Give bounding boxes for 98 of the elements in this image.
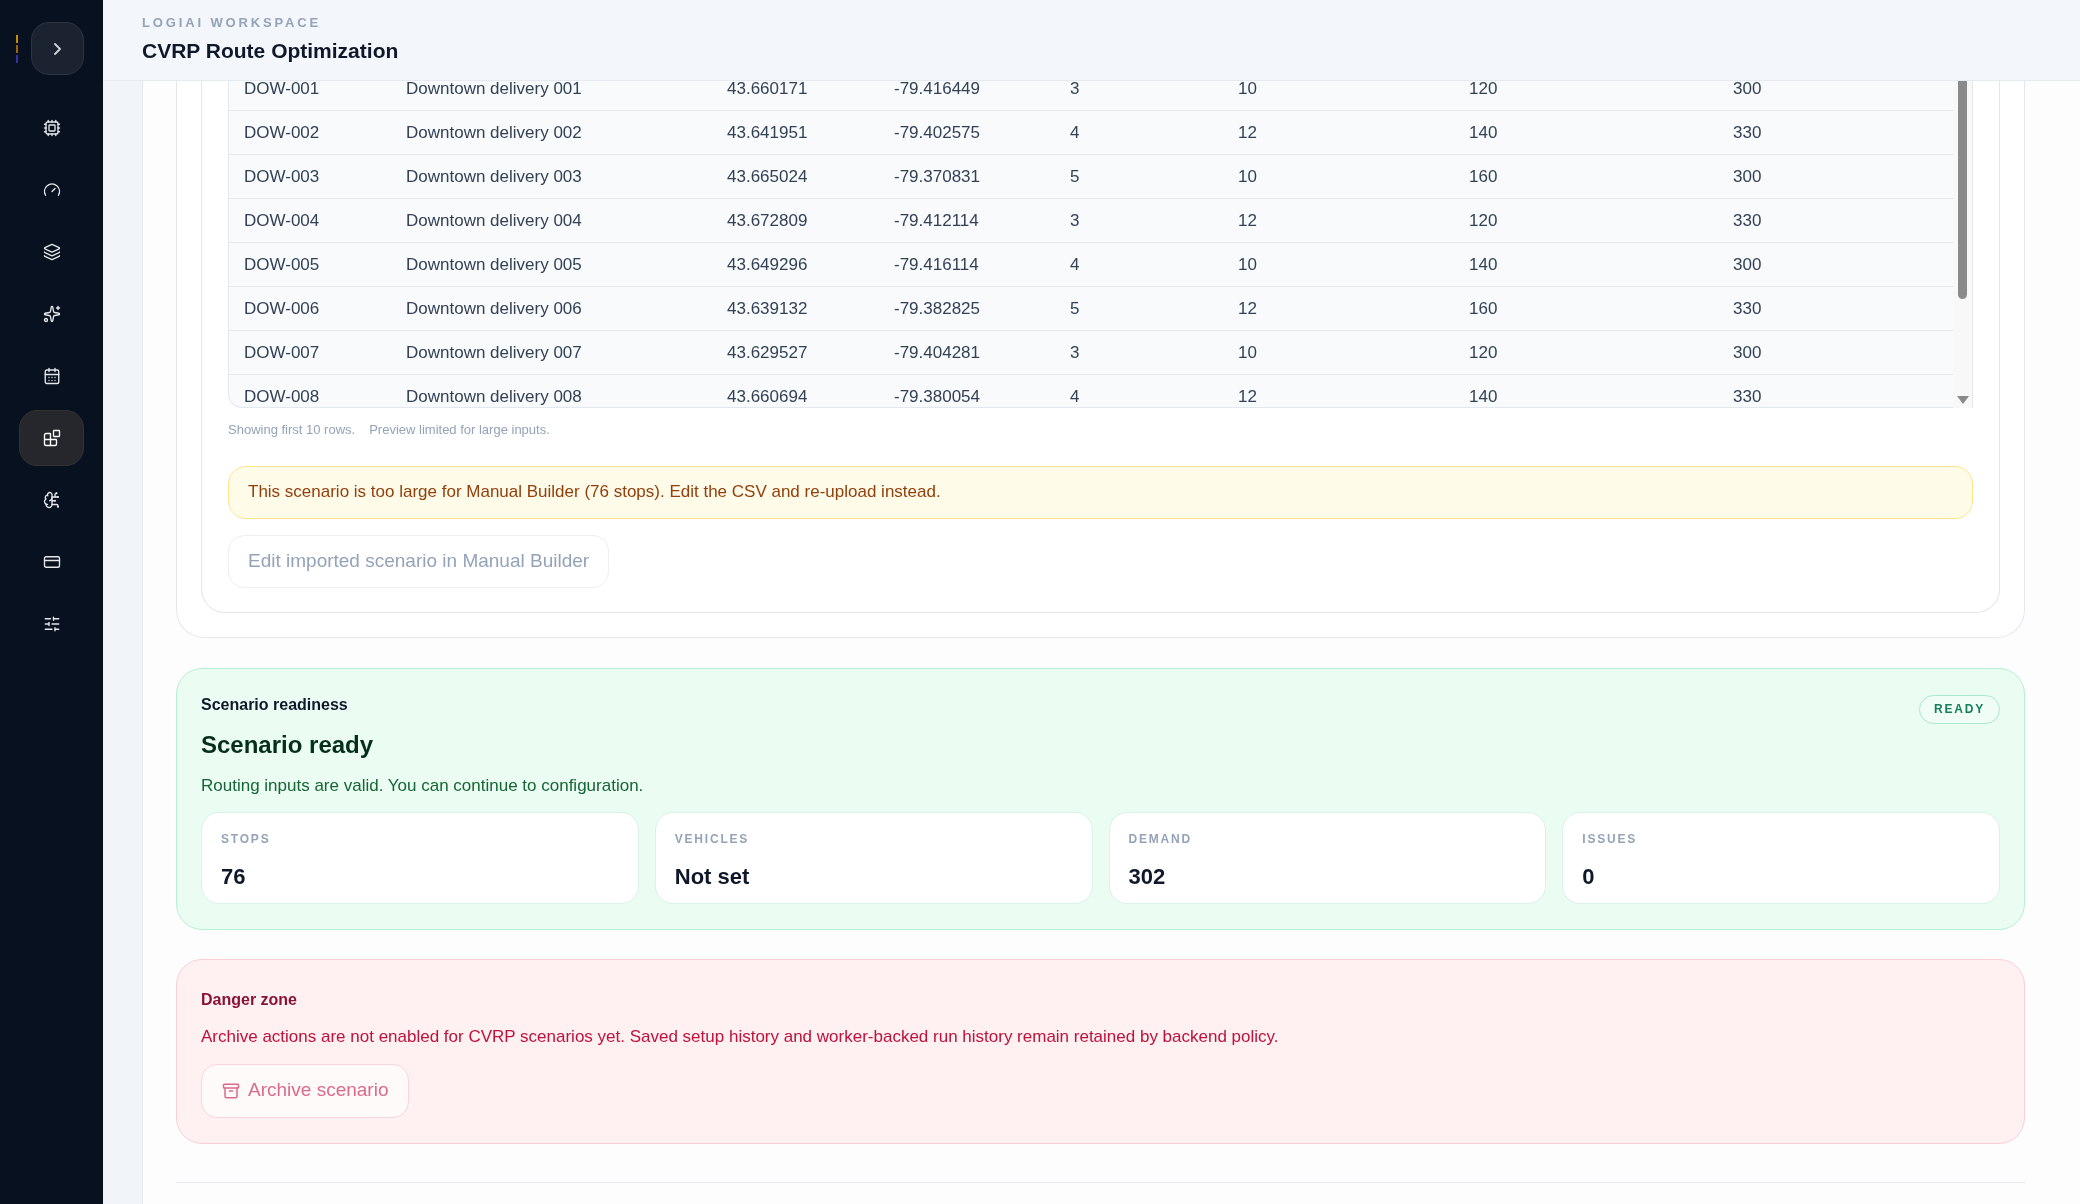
table-cell-text: 43.641951 bbox=[727, 121, 808, 144]
table-cell-text: Downtown delivery 007 bbox=[406, 341, 582, 364]
table-cell-text: 300 bbox=[1733, 81, 1762, 100]
table-cell-text: 330 bbox=[1733, 209, 1762, 232]
table-cell-text: 330 bbox=[1733, 385, 1762, 408]
table-cell-text: 43.660171 bbox=[727, 81, 808, 100]
ready-badge: READY bbox=[1919, 694, 2000, 724]
table-cell-text: DOW-007 bbox=[244, 341, 320, 364]
readiness-message: Routing inputs are valid. You can continue to configuration. bbox=[201, 774, 645, 797]
table-cell-text: Downtown delivery 002 bbox=[406, 121, 582, 144]
settings-icon bbox=[42, 615, 61, 633]
table-caption: Preview limited for large inputs. bbox=[369, 421, 550, 439]
chevron-right-icon bbox=[54, 42, 61, 55]
table-cell-text: 300 bbox=[1733, 165, 1762, 188]
stat-value: 0 bbox=[1582, 863, 1596, 891]
table-cell-text: 3 bbox=[1070, 81, 1080, 100]
table-cell-text: -79.382825 bbox=[894, 297, 981, 320]
table-cell-text: 10 bbox=[1238, 165, 1257, 188]
table-cell-text: DOW-001 bbox=[244, 81, 320, 100]
table-cell-text: 10 bbox=[1238, 81, 1257, 100]
brain-icon bbox=[42, 491, 61, 509]
sidebar-nav-button[interactable] bbox=[19, 410, 84, 466]
sparkles-icon bbox=[42, 305, 61, 323]
gauge-icon bbox=[42, 181, 61, 199]
stat-value: Not set bbox=[674, 863, 751, 891]
table-cell-text: 43.639132 bbox=[727, 297, 808, 320]
scroll-down-icon[interactable] bbox=[1956, 396, 1969, 404]
table-cell-text: 120 bbox=[1469, 81, 1498, 100]
warning-banner: This scenario is too large for Manual Builder (76 stops). Edit the CSV and re-upload instead. bbox=[228, 465, 1973, 519]
table-cell-text: 4 bbox=[1070, 121, 1080, 144]
scrollbar-thumb[interactable] bbox=[1958, 81, 1967, 299]
table-cell-text: 12 bbox=[1238, 297, 1257, 320]
table-cell-text: -79.402575 bbox=[894, 121, 981, 144]
table-cell-text: 12 bbox=[1238, 121, 1257, 144]
table-cell-text: -79.370831 bbox=[894, 165, 981, 188]
table-cell-text: 330 bbox=[1733, 121, 1762, 144]
table-cell-text: 43.649296 bbox=[727, 253, 808, 276]
table-cell-text: DOW-006 bbox=[244, 297, 320, 320]
table-cell-text: 300 bbox=[1733, 341, 1762, 364]
workspace-label: LOGIAI WORKSPACE bbox=[142, 14, 323, 32]
table-cell-text: 120 bbox=[1469, 209, 1498, 232]
blocks-icon bbox=[42, 429, 61, 447]
table-cell-text: 3 bbox=[1070, 209, 1080, 232]
table-cell-text: 330 bbox=[1733, 297, 1762, 320]
table-cell-text: Downtown delivery 001 bbox=[406, 81, 582, 100]
table-cell-text: 140 bbox=[1469, 253, 1498, 276]
table-caption: Showing first 10 rows. bbox=[228, 421, 356, 439]
chip-icon bbox=[42, 119, 61, 137]
table-cell-text: DOW-004 bbox=[244, 209, 320, 232]
table-cell-text: 12 bbox=[1238, 209, 1257, 232]
table-cell-text: 43.665024 bbox=[727, 165, 808, 188]
table-cell-text: -79.412114 bbox=[894, 209, 979, 232]
table-cell-text: 4 bbox=[1070, 385, 1080, 408]
table-cell-text: DOW-003 bbox=[244, 165, 320, 188]
card-icon bbox=[42, 553, 61, 571]
table-cell-text: 10 bbox=[1238, 253, 1257, 276]
stat-label: STOPS bbox=[221, 831, 272, 848]
table-cell-text: 120 bbox=[1469, 341, 1498, 364]
page-title: CVRP Route Optimization bbox=[142, 37, 400, 64]
table-cell-text: 140 bbox=[1469, 121, 1498, 144]
table-cell-text: 4 bbox=[1070, 253, 1080, 276]
table-cell-text: -79.404281 bbox=[894, 341, 981, 364]
status-dashes-icon bbox=[15, 34, 19, 63]
table-cell-text: -79.416449 bbox=[894, 81, 981, 100]
table-cell-text: 300 bbox=[1733, 253, 1762, 276]
table-cell-text: 43.660694 bbox=[727, 385, 808, 408]
table-cell-text: Downtown delivery 005 bbox=[406, 253, 582, 276]
table-cell-text: -79.416114 bbox=[894, 253, 979, 276]
danger-message: Archive actions are not enabled for CVRP scenarios yet. Saved setup history and worker-backed run history remain retained by backend policy. bbox=[201, 1026, 1280, 1048]
stat-value: 302 bbox=[1128, 863, 1167, 891]
table-cell-text: Downtown delivery 006 bbox=[406, 297, 582, 320]
section-label: Scenario readiness bbox=[201, 694, 348, 715]
table-cell-text: 5 bbox=[1070, 297, 1080, 320]
danger-title: Danger zone bbox=[201, 990, 298, 1010]
stat-label: VEHICLES bbox=[674, 831, 751, 848]
table-cell-text: 160 bbox=[1469, 165, 1498, 188]
table-cell-text: 10 bbox=[1238, 341, 1257, 364]
table-cell-text: DOW-005 bbox=[244, 253, 320, 276]
table-cell-text: 3 bbox=[1070, 341, 1080, 364]
table-cell-text: 140 bbox=[1469, 385, 1498, 408]
calendar-icon bbox=[42, 367, 61, 385]
table-cell-text: -79.380054 bbox=[894, 385, 981, 408]
stat-value: 76 bbox=[221, 863, 247, 891]
stat-label: ISSUES bbox=[1582, 831, 1639, 848]
readiness-title: Scenario ready bbox=[201, 729, 375, 760]
table-cell-text: DOW-002 bbox=[244, 121, 320, 144]
table-cell-text: 43.629527 bbox=[727, 341, 808, 364]
table-cell-text: Downtown delivery 008 bbox=[406, 385, 582, 408]
table-cell-text: 160 bbox=[1469, 297, 1498, 320]
table-cell-text: DOW-008 bbox=[244, 385, 320, 408]
table-cell-text: 5 bbox=[1070, 165, 1080, 188]
layers-icon bbox=[42, 243, 61, 261]
table-cell-text: Downtown delivery 004 bbox=[406, 209, 582, 232]
archive-icon bbox=[222, 1081, 240, 1100]
table-cell-text: Downtown delivery 003 bbox=[406, 165, 582, 188]
table-cell-text: 12 bbox=[1238, 385, 1257, 408]
stat-label: DEMAND bbox=[1128, 831, 1193, 848]
table-cell-text: 43.672809 bbox=[727, 209, 808, 232]
